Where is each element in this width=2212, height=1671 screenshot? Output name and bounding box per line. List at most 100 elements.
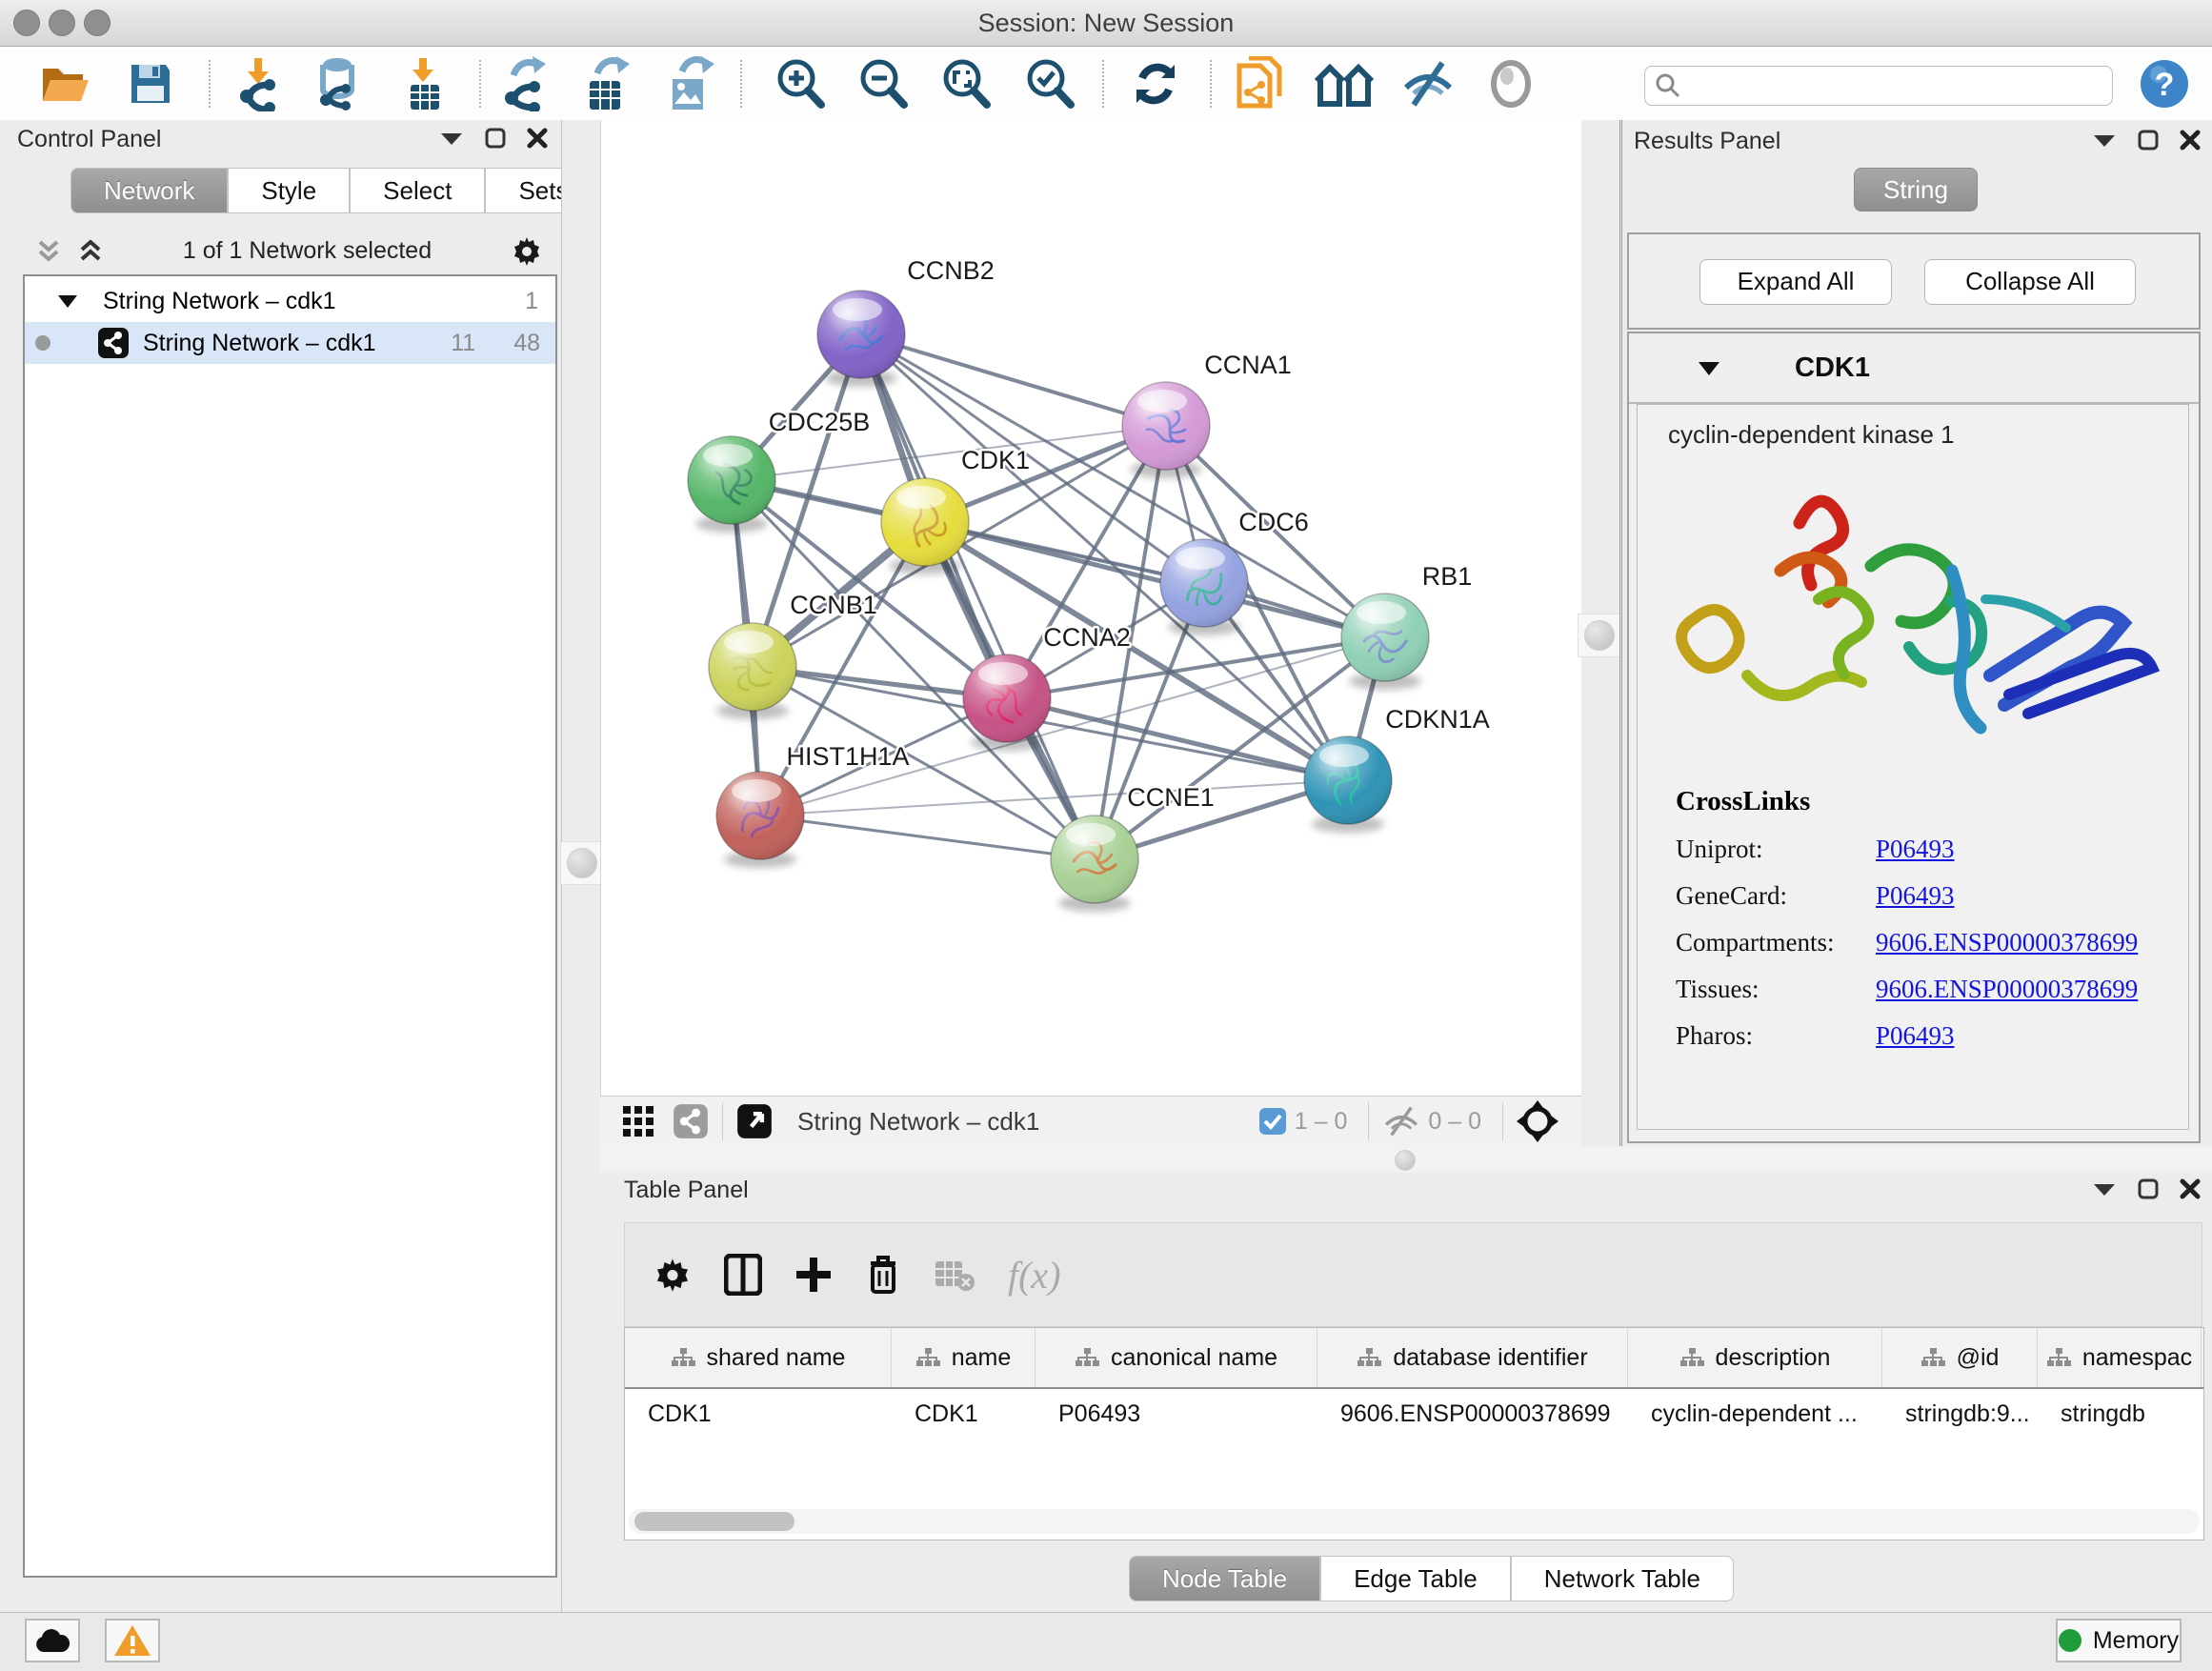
- open-session-button[interactable]: [34, 54, 95, 113]
- zoom-fit-button[interactable]: [935, 54, 996, 113]
- zoom-selected-button[interactable]: [1019, 54, 1080, 113]
- export-image-button[interactable]: [659, 54, 720, 113]
- delete-column-trash-icon[interactable]: [865, 1254, 901, 1296]
- zoom-in-button[interactable]: [770, 54, 831, 113]
- share-document-button[interactable]: [1229, 54, 1290, 113]
- tab-edge-table[interactable]: Edge Table: [1320, 1556, 1511, 1601]
- expand-all-icon[interactable]: [76, 236, 105, 265]
- birdseye-grid-icon[interactable]: [621, 1104, 655, 1138]
- panel-close-icon[interactable]: [2180, 130, 2201, 151]
- node-CDKN1A[interactable]: [1304, 736, 1392, 833]
- homes-button[interactable]: [1314, 54, 1375, 113]
- selected-checkbox-icon[interactable]: [1258, 1107, 1287, 1136]
- left-splitter-handle[interactable]: [560, 841, 604, 885]
- node-HIST1H1A[interactable]: [716, 772, 804, 868]
- panel-close-icon[interactable]: [527, 128, 548, 149]
- protein-structure-image[interactable]: [1657, 456, 2171, 771]
- crosslink-link[interactable]: P06493: [1876, 881, 1955, 911]
- table-cell[interactable]: cyclin-dependent ...: [1628, 1389, 1882, 1439]
- tab-string[interactable]: String: [1854, 168, 1978, 211]
- node-CDK1[interactable]: [881, 478, 969, 574]
- search-input[interactable]: [1681, 71, 2112, 100]
- crosslink-link[interactable]: 9606.ENSP00000378699: [1876, 975, 2138, 1004]
- import-table-icon: [403, 56, 447, 111]
- node-CCNA1[interactable]: [1122, 382, 1210, 478]
- horizontal-splitter-handle[interactable]: [1395, 1150, 1416, 1171]
- column-header-description[interactable]: description: [1628, 1328, 1882, 1387]
- crosslink-link[interactable]: 9606.ENSP00000378699: [1876, 928, 2138, 957]
- import-database-button[interactable]: [307, 54, 368, 113]
- column-header-canonical-name[interactable]: canonical name: [1036, 1328, 1317, 1387]
- results-panel: Results Panel String Expand All Collapse…: [1619, 120, 2212, 1146]
- table-row[interactable]: CDK1CDK1P064939606.ENSP00000378699cyclin…: [625, 1389, 2203, 1439]
- table-cell[interactable]: stringdb: [2038, 1389, 2202, 1439]
- window-close-button[interactable]: [13, 10, 40, 36]
- panel-float-icon[interactable]: [2138, 1178, 2159, 1199]
- panel-close-icon[interactable]: [2180, 1178, 2201, 1199]
- network-canvas[interactable]: CCNB2CCNA1CDC25BCDK1CDC6RB1CCNB1CCNA2CDK…: [600, 120, 1582, 1096]
- column-header-shared-name[interactable]: shared name: [625, 1328, 892, 1387]
- window-minimize-button[interactable]: [49, 10, 75, 36]
- open-in-window-icon[interactable]: [736, 1103, 773, 1139]
- table-horizontal-scrollbar[interactable]: [629, 1509, 2200, 1534]
- expand-all-button[interactable]: Expand All: [1699, 259, 1892, 305]
- section-collapse-icon[interactable]: [1698, 360, 1720, 376]
- hidden-eye-slash-icon[interactable]: [1382, 1106, 1420, 1137]
- panel-menu-icon[interactable]: [2092, 131, 2117, 149]
- zoom-out-button[interactable]: [853, 54, 914, 113]
- fit-selected-crosshair-icon[interactable]: [1517, 1100, 1558, 1142]
- node-CDC25B[interactable]: [688, 436, 775, 533]
- scrollbar-thumb[interactable]: [634, 1512, 794, 1531]
- tree-expander-icon[interactable]: [57, 293, 78, 309]
- tab-network[interactable]: Network: [70, 168, 228, 213]
- protein-section-header[interactable]: CDK1: [1629, 333, 2199, 404]
- cloud-button[interactable]: [25, 1619, 80, 1662]
- tab-style[interactable]: Style: [228, 168, 350, 213]
- save-session-button[interactable]: [120, 54, 181, 113]
- column-header--id[interactable]: @id: [1882, 1328, 2038, 1387]
- collapse-all-button[interactable]: Collapse All: [1924, 259, 2136, 305]
- network-collection-row[interactable]: String Network – cdk1 1: [25, 280, 555, 322]
- table-settings-gear-icon[interactable]: [654, 1256, 692, 1294]
- hide-button[interactable]: [1398, 54, 1458, 113]
- node-RB1[interactable]: [1341, 594, 1429, 690]
- right-splitter-handle[interactable]: [1578, 614, 1621, 657]
- crosslink-link[interactable]: P06493: [1876, 835, 1955, 864]
- import-network-button[interactable]: [228, 54, 289, 113]
- column-header-database-identifier[interactable]: database identifier: [1317, 1328, 1628, 1387]
- export-network-button[interactable]: [494, 54, 555, 113]
- table-cell[interactable]: CDK1: [625, 1389, 892, 1439]
- refresh-button[interactable]: [1125, 54, 1186, 113]
- show-columns-icon[interactable]: [724, 1254, 762, 1296]
- table-cell[interactable]: CDK1: [892, 1389, 1036, 1439]
- string-badge-gray-icon[interactable]: [673, 1103, 709, 1139]
- panel-menu-icon[interactable]: [2092, 1180, 2117, 1198]
- tab-network-table[interactable]: Network Table: [1511, 1556, 1734, 1601]
- node-CCNB1[interactable]: [709, 623, 796, 719]
- panel-float-icon[interactable]: [485, 128, 506, 149]
- column-header-name[interactable]: name: [892, 1328, 1036, 1387]
- table-cell[interactable]: stringdb:9...: [1882, 1389, 2038, 1439]
- gear-icon[interactable]: [510, 233, 544, 268]
- tab-select[interactable]: Select: [350, 168, 485, 213]
- warnings-button[interactable]: [105, 1619, 160, 1662]
- table-cell[interactable]: P06493: [1036, 1389, 1317, 1439]
- tab-node-table[interactable]: Node Table: [1129, 1556, 1320, 1601]
- panel-float-icon[interactable]: [2138, 130, 2159, 151]
- node-CCNE1[interactable]: [1051, 815, 1138, 912]
- table-cell[interactable]: 9606.ENSP00000378699: [1317, 1389, 1628, 1439]
- import-table-button[interactable]: [394, 54, 455, 113]
- help-button[interactable]: ?: [2134, 54, 2195, 113]
- collapse-all-icon[interactable]: [34, 236, 63, 265]
- eye-button[interactable]: [1480, 54, 1541, 113]
- crosslink-link[interactable]: P06493: [1876, 1021, 1955, 1051]
- panel-menu-icon[interactable]: [439, 130, 464, 147]
- network-row-selected[interactable]: String Network – cdk1 11 48: [25, 322, 555, 364]
- search-field[interactable]: [1644, 66, 2113, 106]
- export-table-button[interactable]: [576, 54, 637, 113]
- import-database-icon: [312, 56, 363, 111]
- column-header-namespac[interactable]: namespac: [2038, 1328, 2202, 1387]
- window-zoom-button[interactable]: [84, 10, 111, 36]
- add-column-icon[interactable]: [794, 1256, 833, 1294]
- memory-button[interactable]: Memory: [2056, 1619, 2182, 1662]
